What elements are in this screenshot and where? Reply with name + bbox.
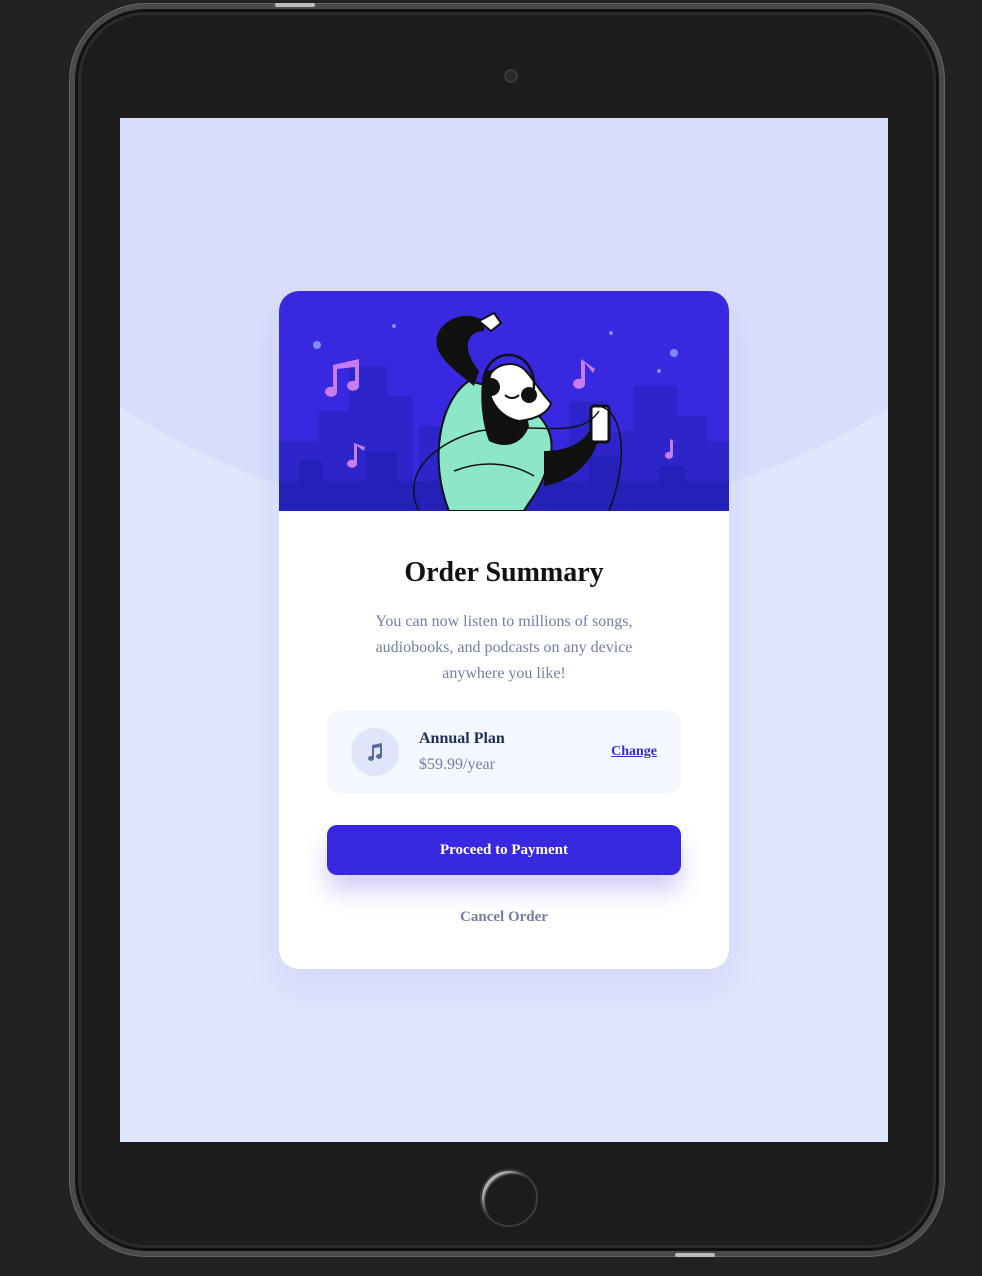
proceed-to-payment-button[interactable]: Proceed to Payment (327, 825, 681, 875)
camera-icon (504, 69, 518, 83)
plan-price: $59.99/year (419, 756, 495, 773)
order-summary-card: Order Summary You can now listen to mill… (279, 291, 729, 969)
hero-illustration (279, 291, 729, 511)
description-text: You can now listen to millions of songs,… (375, 613, 633, 682)
screen: Order Summary You can now listen to mill… (120, 118, 888, 1142)
plan-name: Annual Plan (419, 730, 505, 747)
plan-details: Annual Plan $59.99/year (419, 730, 611, 774)
page-title: Order Summary (404, 557, 604, 588)
home-button[interactable] (480, 1169, 538, 1227)
change-plan-link[interactable]: Change (611, 744, 657, 760)
plan-box: Annual Plan $59.99/year Change (327, 711, 681, 793)
music-note-icon (351, 728, 399, 776)
cancel-order-button[interactable]: Cancel Order (460, 909, 548, 926)
